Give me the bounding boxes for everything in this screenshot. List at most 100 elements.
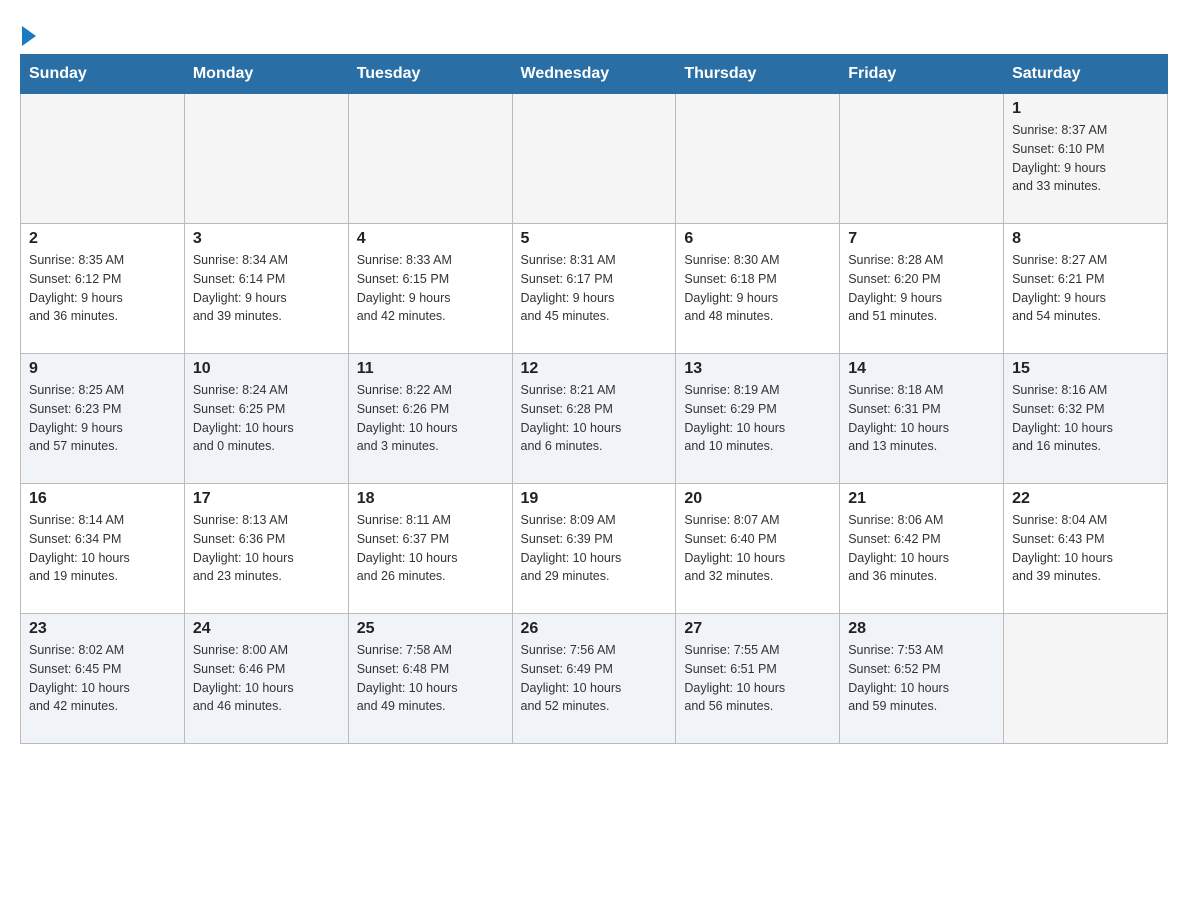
- calendar-cell: 15 Sunrise: 8:16 AM Sunset: 6:32 PM Dayli…: [1004, 354, 1168, 484]
- day-info: Sunrise: 8:34 AM Sunset: 6:14 PM Dayligh…: [193, 251, 340, 326]
- day-number: 28: [848, 620, 995, 638]
- day-number: 11: [357, 360, 504, 378]
- day-info: Sunrise: 7:58 AM Sunset: 6:48 PM Dayligh…: [357, 641, 504, 716]
- day-info: Sunrise: 8:09 AM Sunset: 6:39 PM Dayligh…: [521, 511, 668, 586]
- calendar-cell: 8Sunrise: 8:27 AM Sunset: 6:21 PM Daylig…: [1004, 224, 1168, 354]
- calendar-cell: 18 Sunrise: 8:11 AM Sunset: 6:37 PM Dayli…: [348, 484, 512, 614]
- calendar-cell: [676, 94, 840, 224]
- calendar-cell: 20 Sunrise: 8:07 AM Sunset: 6:40 PM Dayli…: [676, 484, 840, 614]
- day-info: Sunrise: 8:22 AM Sunset: 6:26 PM Dayligh…: [357, 381, 504, 456]
- calendar-header-tuesday: Tuesday: [348, 55, 512, 94]
- day-number: 3: [193, 230, 340, 248]
- calendar-cell: 17 Sunrise: 8:13 AM Sunset: 6:36 PM Dayli…: [184, 484, 348, 614]
- calendar-header-monday: Monday: [184, 55, 348, 94]
- calendar-week-row-5: 23 Sunrise: 8:02 AM Sunset: 6:45 PM Dayli…: [21, 614, 1168, 744]
- calendar-week-row-4: 16 Sunrise: 8:14 AM Sunset: 6:34 PM Dayli…: [21, 484, 1168, 614]
- day-number: 2: [29, 230, 176, 248]
- day-number: 26: [521, 620, 668, 638]
- calendar-cell: 12 Sunrise: 8:21 AM Sunset: 6:28 PM Dayli…: [512, 354, 676, 484]
- calendar-cell: [21, 94, 185, 224]
- day-number: 24: [193, 620, 340, 638]
- calendar-table: SundayMondayTuesdayWednesdayThursdayFrid…: [20, 54, 1168, 744]
- day-number: 21: [848, 490, 995, 508]
- calendar-cell: 22 Sunrise: 8:04 AM Sunset: 6:43 PM Dayli…: [1004, 484, 1168, 614]
- day-info: Sunrise: 8:06 AM Sunset: 6:42 PM Dayligh…: [848, 511, 995, 586]
- day-info: Sunrise: 8:25 AM Sunset: 6:23 PM Dayligh…: [29, 381, 176, 456]
- calendar-cell: 25 Sunrise: 7:58 AM Sunset: 6:48 PM Dayli…: [348, 614, 512, 744]
- calendar-week-row-2: 2 Sunrise: 8:35 AM Sunset: 6:12 PM Daylig…: [21, 224, 1168, 354]
- day-number: 14: [848, 360, 995, 378]
- day-info: Sunrise: 8:00 AM Sunset: 6:46 PM Dayligh…: [193, 641, 340, 716]
- day-number: 22: [1012, 490, 1159, 508]
- day-number: 15: [1012, 360, 1159, 378]
- day-info: Sunrise: 8:11 AM Sunset: 6:37 PM Dayligh…: [357, 511, 504, 586]
- calendar-cell: [348, 94, 512, 224]
- calendar-header-wednesday: Wednesday: [512, 55, 676, 94]
- day-number: 23: [29, 620, 176, 638]
- day-info: Sunrise: 8:07 AM Sunset: 6:40 PM Dayligh…: [684, 511, 831, 586]
- calendar-cell: 11 Sunrise: 8:22 AM Sunset: 6:26 PM Dayli…: [348, 354, 512, 484]
- calendar-cell: 26 Sunrise: 7:56 AM Sunset: 6:49 PM Dayli…: [512, 614, 676, 744]
- calendar-cell: 23 Sunrise: 8:02 AM Sunset: 6:45 PM Dayli…: [21, 614, 185, 744]
- calendar-cell: 5 Sunrise: 8:31 AM Sunset: 6:17 PM Daylig…: [512, 224, 676, 354]
- calendar-cell: 6 Sunrise: 8:30 AM Sunset: 6:18 PM Daylig…: [676, 224, 840, 354]
- day-number: 17: [193, 490, 340, 508]
- day-number: 1: [1012, 100, 1159, 118]
- calendar-cell: [1004, 614, 1168, 744]
- day-info: Sunrise: 8:31 AM Sunset: 6:17 PM Dayligh…: [521, 251, 668, 326]
- day-number: 8: [1012, 230, 1159, 248]
- day-number: 16: [29, 490, 176, 508]
- calendar-cell: 9 Sunrise: 8:25 AM Sunset: 6:23 PM Daylig…: [21, 354, 185, 484]
- calendar-cell: [512, 94, 676, 224]
- day-number: 9: [29, 360, 176, 378]
- day-number: 25: [357, 620, 504, 638]
- calendar-cell: [840, 94, 1004, 224]
- day-number: 19: [521, 490, 668, 508]
- day-info: Sunrise: 8:35 AM Sunset: 6:12 PM Dayligh…: [29, 251, 176, 326]
- calendar-cell: 28 Sunrise: 7:53 AM Sunset: 6:52 PM Dayli…: [840, 614, 1004, 744]
- calendar-cell: 21 Sunrise: 8:06 AM Sunset: 6:42 PM Dayli…: [840, 484, 1004, 614]
- day-number: 20: [684, 490, 831, 508]
- day-info: Sunrise: 8:16 AM Sunset: 6:32 PM Dayligh…: [1012, 381, 1159, 456]
- day-number: 4: [357, 230, 504, 248]
- day-info: Sunrise: 8:02 AM Sunset: 6:45 PM Dayligh…: [29, 641, 176, 716]
- page-header: [20, 20, 1168, 44]
- day-number: 5: [521, 230, 668, 248]
- day-info: Sunrise: 8:24 AM Sunset: 6:25 PM Dayligh…: [193, 381, 340, 456]
- day-number: 7: [848, 230, 995, 248]
- day-info: Sunrise: 7:55 AM Sunset: 6:51 PM Dayligh…: [684, 641, 831, 716]
- day-info: Sunrise: 8:18 AM Sunset: 6:31 PM Dayligh…: [848, 381, 995, 456]
- calendar-cell: 1Sunrise: 8:37 AM Sunset: 6:10 PM Daylig…: [1004, 94, 1168, 224]
- calendar-header-row: SundayMondayTuesdayWednesdayThursdayFrid…: [21, 55, 1168, 94]
- calendar-header-thursday: Thursday: [676, 55, 840, 94]
- calendar-cell: 16 Sunrise: 8:14 AM Sunset: 6:34 PM Dayli…: [21, 484, 185, 614]
- calendar-cell: 19 Sunrise: 8:09 AM Sunset: 6:39 PM Dayli…: [512, 484, 676, 614]
- day-number: 27: [684, 620, 831, 638]
- calendar-cell: 14 Sunrise: 8:18 AM Sunset: 6:31 PM Dayli…: [840, 354, 1004, 484]
- day-info: Sunrise: 8:19 AM Sunset: 6:29 PM Dayligh…: [684, 381, 831, 456]
- day-info: Sunrise: 8:28 AM Sunset: 6:20 PM Dayligh…: [848, 251, 995, 326]
- calendar-cell: 27 Sunrise: 7:55 AM Sunset: 6:51 PM Dayli…: [676, 614, 840, 744]
- day-number: 6: [684, 230, 831, 248]
- calendar-header-sunday: Sunday: [21, 55, 185, 94]
- calendar-header-saturday: Saturday: [1004, 55, 1168, 94]
- logo: [20, 20, 38, 44]
- day-info: Sunrise: 7:56 AM Sunset: 6:49 PM Dayligh…: [521, 641, 668, 716]
- day-info: Sunrise: 7:53 AM Sunset: 6:52 PM Dayligh…: [848, 641, 995, 716]
- day-number: 13: [684, 360, 831, 378]
- calendar-week-row-1: 1Sunrise: 8:37 AM Sunset: 6:10 PM Daylig…: [21, 94, 1168, 224]
- day-number: 12: [521, 360, 668, 378]
- calendar-cell: 3 Sunrise: 8:34 AM Sunset: 6:14 PM Daylig…: [184, 224, 348, 354]
- day-info: Sunrise: 8:13 AM Sunset: 6:36 PM Dayligh…: [193, 511, 340, 586]
- day-info: Sunrise: 8:04 AM Sunset: 6:43 PM Dayligh…: [1012, 511, 1159, 586]
- calendar-week-row-3: 9 Sunrise: 8:25 AM Sunset: 6:23 PM Daylig…: [21, 354, 1168, 484]
- day-number: 10: [193, 360, 340, 378]
- day-info: Sunrise: 8:21 AM Sunset: 6:28 PM Dayligh…: [521, 381, 668, 456]
- day-info: Sunrise: 8:14 AM Sunset: 6:34 PM Dayligh…: [29, 511, 176, 586]
- calendar-cell: 24 Sunrise: 8:00 AM Sunset: 6:46 PM Dayli…: [184, 614, 348, 744]
- day-info: Sunrise: 8:30 AM Sunset: 6:18 PM Dayligh…: [684, 251, 831, 326]
- day-info: Sunrise: 8:33 AM Sunset: 6:15 PM Dayligh…: [357, 251, 504, 326]
- logo-arrow-icon: [22, 26, 36, 46]
- calendar-header-friday: Friday: [840, 55, 1004, 94]
- day-number: 18: [357, 490, 504, 508]
